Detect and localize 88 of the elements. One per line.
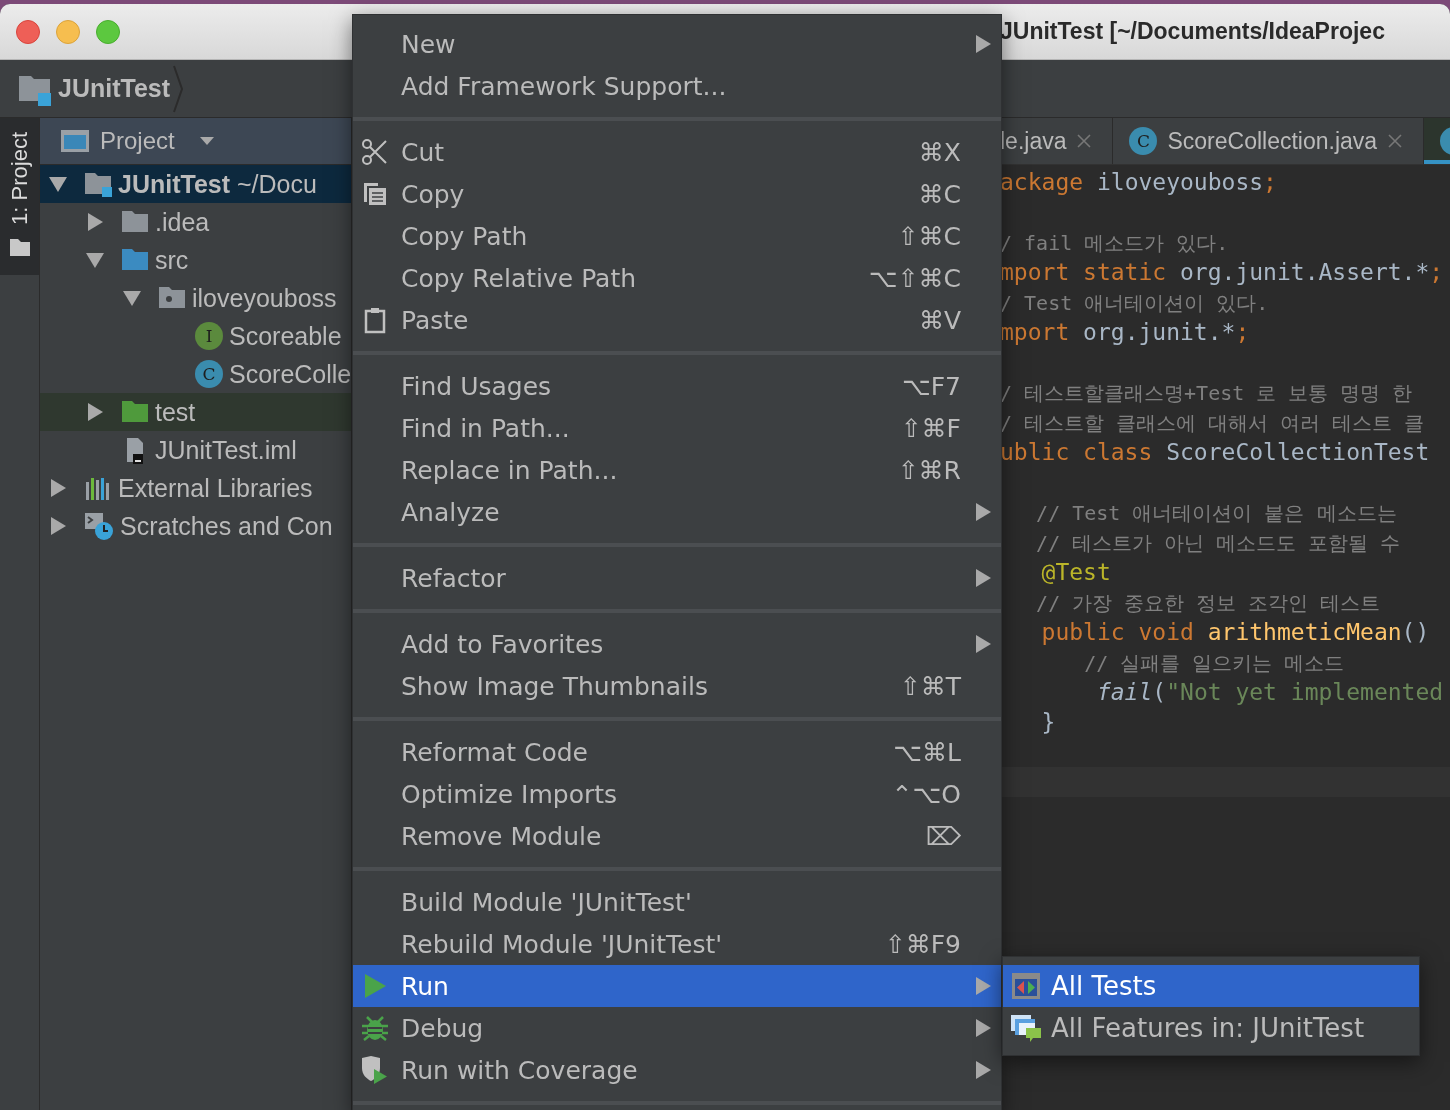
code-line: ackage iloveyouboss;: [1000, 168, 1278, 197]
menu-item[interactable]: Cut ⌘X: [353, 131, 1001, 173]
collapsed-arrow-icon: [85, 402, 105, 422]
code-line: @Test: [1040, 558, 1112, 587]
tree-item[interactable]: iloveyouboss: [40, 279, 351, 317]
menu-item[interactable]: Build Module 'JUnitTest': [353, 881, 1001, 923]
code-line: }: [1040, 708, 1057, 737]
code-line: / 테스트할 클래스에 대해서 여러 테스트 클: [1000, 410, 1426, 437]
class-icon: C: [195, 360, 223, 388]
view-selector[interactable]: Project: [100, 127, 175, 155]
menu-item[interactable]: All Features in: JUnitTest: [1003, 1007, 1419, 1049]
close-icon[interactable]: [1076, 133, 1093, 149]
tree-item[interactable]: C ScoreColle: [40, 355, 351, 393]
menu-item[interactable]: Replace in Path... ⇧⌘R: [353, 449, 1001, 491]
tree-item[interactable]: I Scoreable: [40, 317, 351, 355]
scratch-clock-icon: [84, 511, 114, 541]
code-line: // Test 애너테이션이 붙은 메소드는: [1035, 500, 1398, 527]
code-line: / fail 메소드가 있다.: [1000, 230, 1230, 257]
panel-icon: [60, 127, 90, 155]
menu-item[interactable]: Show Image Thumbnails ⇧⌘T: [353, 665, 1001, 707]
interface-icon: I: [195, 322, 223, 350]
menu-item[interactable]: Refactor: [353, 557, 1001, 599]
menu-item[interactable]: Analyze: [353, 491, 1001, 533]
tree-item[interactable]: .idea: [40, 203, 351, 241]
code-line: / 테스트할클래스명+Test 로 보통 명명 한: [1000, 380, 1414, 407]
menu-item[interactable]: Copy Relative Path ⌥⇧⌘C: [353, 257, 1001, 299]
editor-tab[interactable]: C ScoreCollection.java: [1113, 118, 1425, 164]
windows-bubble-icon: [1010, 1013, 1042, 1043]
menu-item[interactable]: Remove Module ⌦: [353, 815, 1001, 857]
submenu-arrow-icon: [975, 634, 991, 654]
code-line: / Test 애너테이션이 있다.: [1000, 290, 1270, 317]
dropdown-caret-icon: [198, 136, 215, 146]
menu-item[interactable]: Reformat Code ⌥⌘L: [353, 731, 1001, 773]
submenu-arrow-icon: [975, 34, 991, 54]
window-title: JUnitTest [~/Documents/IdeaProjec: [1000, 18, 1385, 45]
code-line: // 가장 중요한 정보 조각인 테스트: [1035, 590, 1382, 617]
tree-item[interactable]: Scratches and Con: [40, 507, 351, 545]
breadcrumb-item[interactable]: JUnitTest: [18, 63, 185, 114]
menu-item[interactable]: Rebuild Module 'JUnitTest' ⇧⌘F9: [353, 923, 1001, 965]
collapsed-arrow-icon: [85, 212, 105, 232]
expanded-arrow-icon: [85, 250, 105, 270]
code-line: mport static org.junit.Assert.*;: [1000, 258, 1445, 287]
test-suite-icon: [1011, 972, 1041, 1000]
tree-item[interactable]: JUnitTest.iml: [40, 431, 351, 469]
collapsed-arrow-icon: [48, 516, 68, 536]
menu-item[interactable]: All Tests: [1003, 965, 1419, 1007]
code-line: public void arithmeticMean(): [1040, 618, 1431, 647]
submenu-arrow-icon: [975, 976, 991, 996]
menu-item[interactable]: Add to Favorites: [353, 623, 1001, 665]
shield-play-icon: [360, 1055, 390, 1085]
menu-item[interactable]: Find in Path... ⇧⌘F: [353, 407, 1001, 449]
copy-icon: [361, 180, 389, 208]
menu-item[interactable]: Copy ⌘C: [353, 173, 1001, 215]
zoom-window-button[interactable]: [96, 19, 120, 44]
tree-item[interactable]: JUnitTest ~/Docu: [40, 165, 351, 203]
close-icon[interactable]: [1387, 133, 1404, 149]
collapsed-arrow-icon: [48, 478, 68, 498]
bug-icon: [361, 1014, 389, 1042]
menu-item[interactable]: Copy Path ⇧⌘C: [353, 215, 1001, 257]
expanded-arrow-icon: [48, 174, 68, 194]
menu-item[interactable]: Add Framework Support...: [353, 65, 1001, 107]
close-window-button[interactable]: [16, 19, 40, 44]
code-line: // 테스트가 아닌 메소드도 포함될 수: [1035, 530, 1402, 557]
code-line: ublic class ScoreCollectionTest: [1000, 438, 1431, 467]
expanded-arrow-icon: [122, 288, 142, 308]
folder-icon: [8, 236, 31, 257]
submenu-arrow-icon: [975, 568, 991, 588]
menu-item[interactable]: Paste ⌘V: [353, 299, 1001, 341]
code-line: fail("Not yet implemented: [1095, 678, 1445, 707]
menu-item[interactable]: Run with Coverage: [353, 1049, 1001, 1091]
submenu-arrow-icon: [975, 1018, 991, 1038]
minimize-window-button[interactable]: [56, 19, 80, 44]
menu-item[interactable]: Optimize Imports ⌃⌥O: [353, 773, 1001, 815]
tree-item[interactable]: test: [40, 393, 351, 431]
tool-window-tab[interactable]: 1: Project: [0, 118, 39, 275]
scissors-icon: [361, 138, 389, 166]
menu-item[interactable]: Find Usages ⌥F7: [353, 365, 1001, 407]
code-line: mport org.junit.*;: [1000, 318, 1251, 347]
class-icon: C: [1129, 127, 1158, 155]
menu-item[interactable]: Run: [353, 965, 1001, 1007]
tree-item[interactable]: External Libraries: [40, 469, 351, 507]
tree-item[interactable]: src: [40, 241, 351, 279]
menu-item[interactable]: Debug: [353, 1007, 1001, 1049]
module-folder-icon: [84, 170, 112, 198]
menu-item[interactable]: New: [353, 23, 1001, 65]
submenu-arrow-icon: [975, 1060, 991, 1080]
submenu-arrow-icon: [975, 502, 991, 522]
code-line: // 실패를 일으키는 메소드: [1083, 650, 1346, 677]
